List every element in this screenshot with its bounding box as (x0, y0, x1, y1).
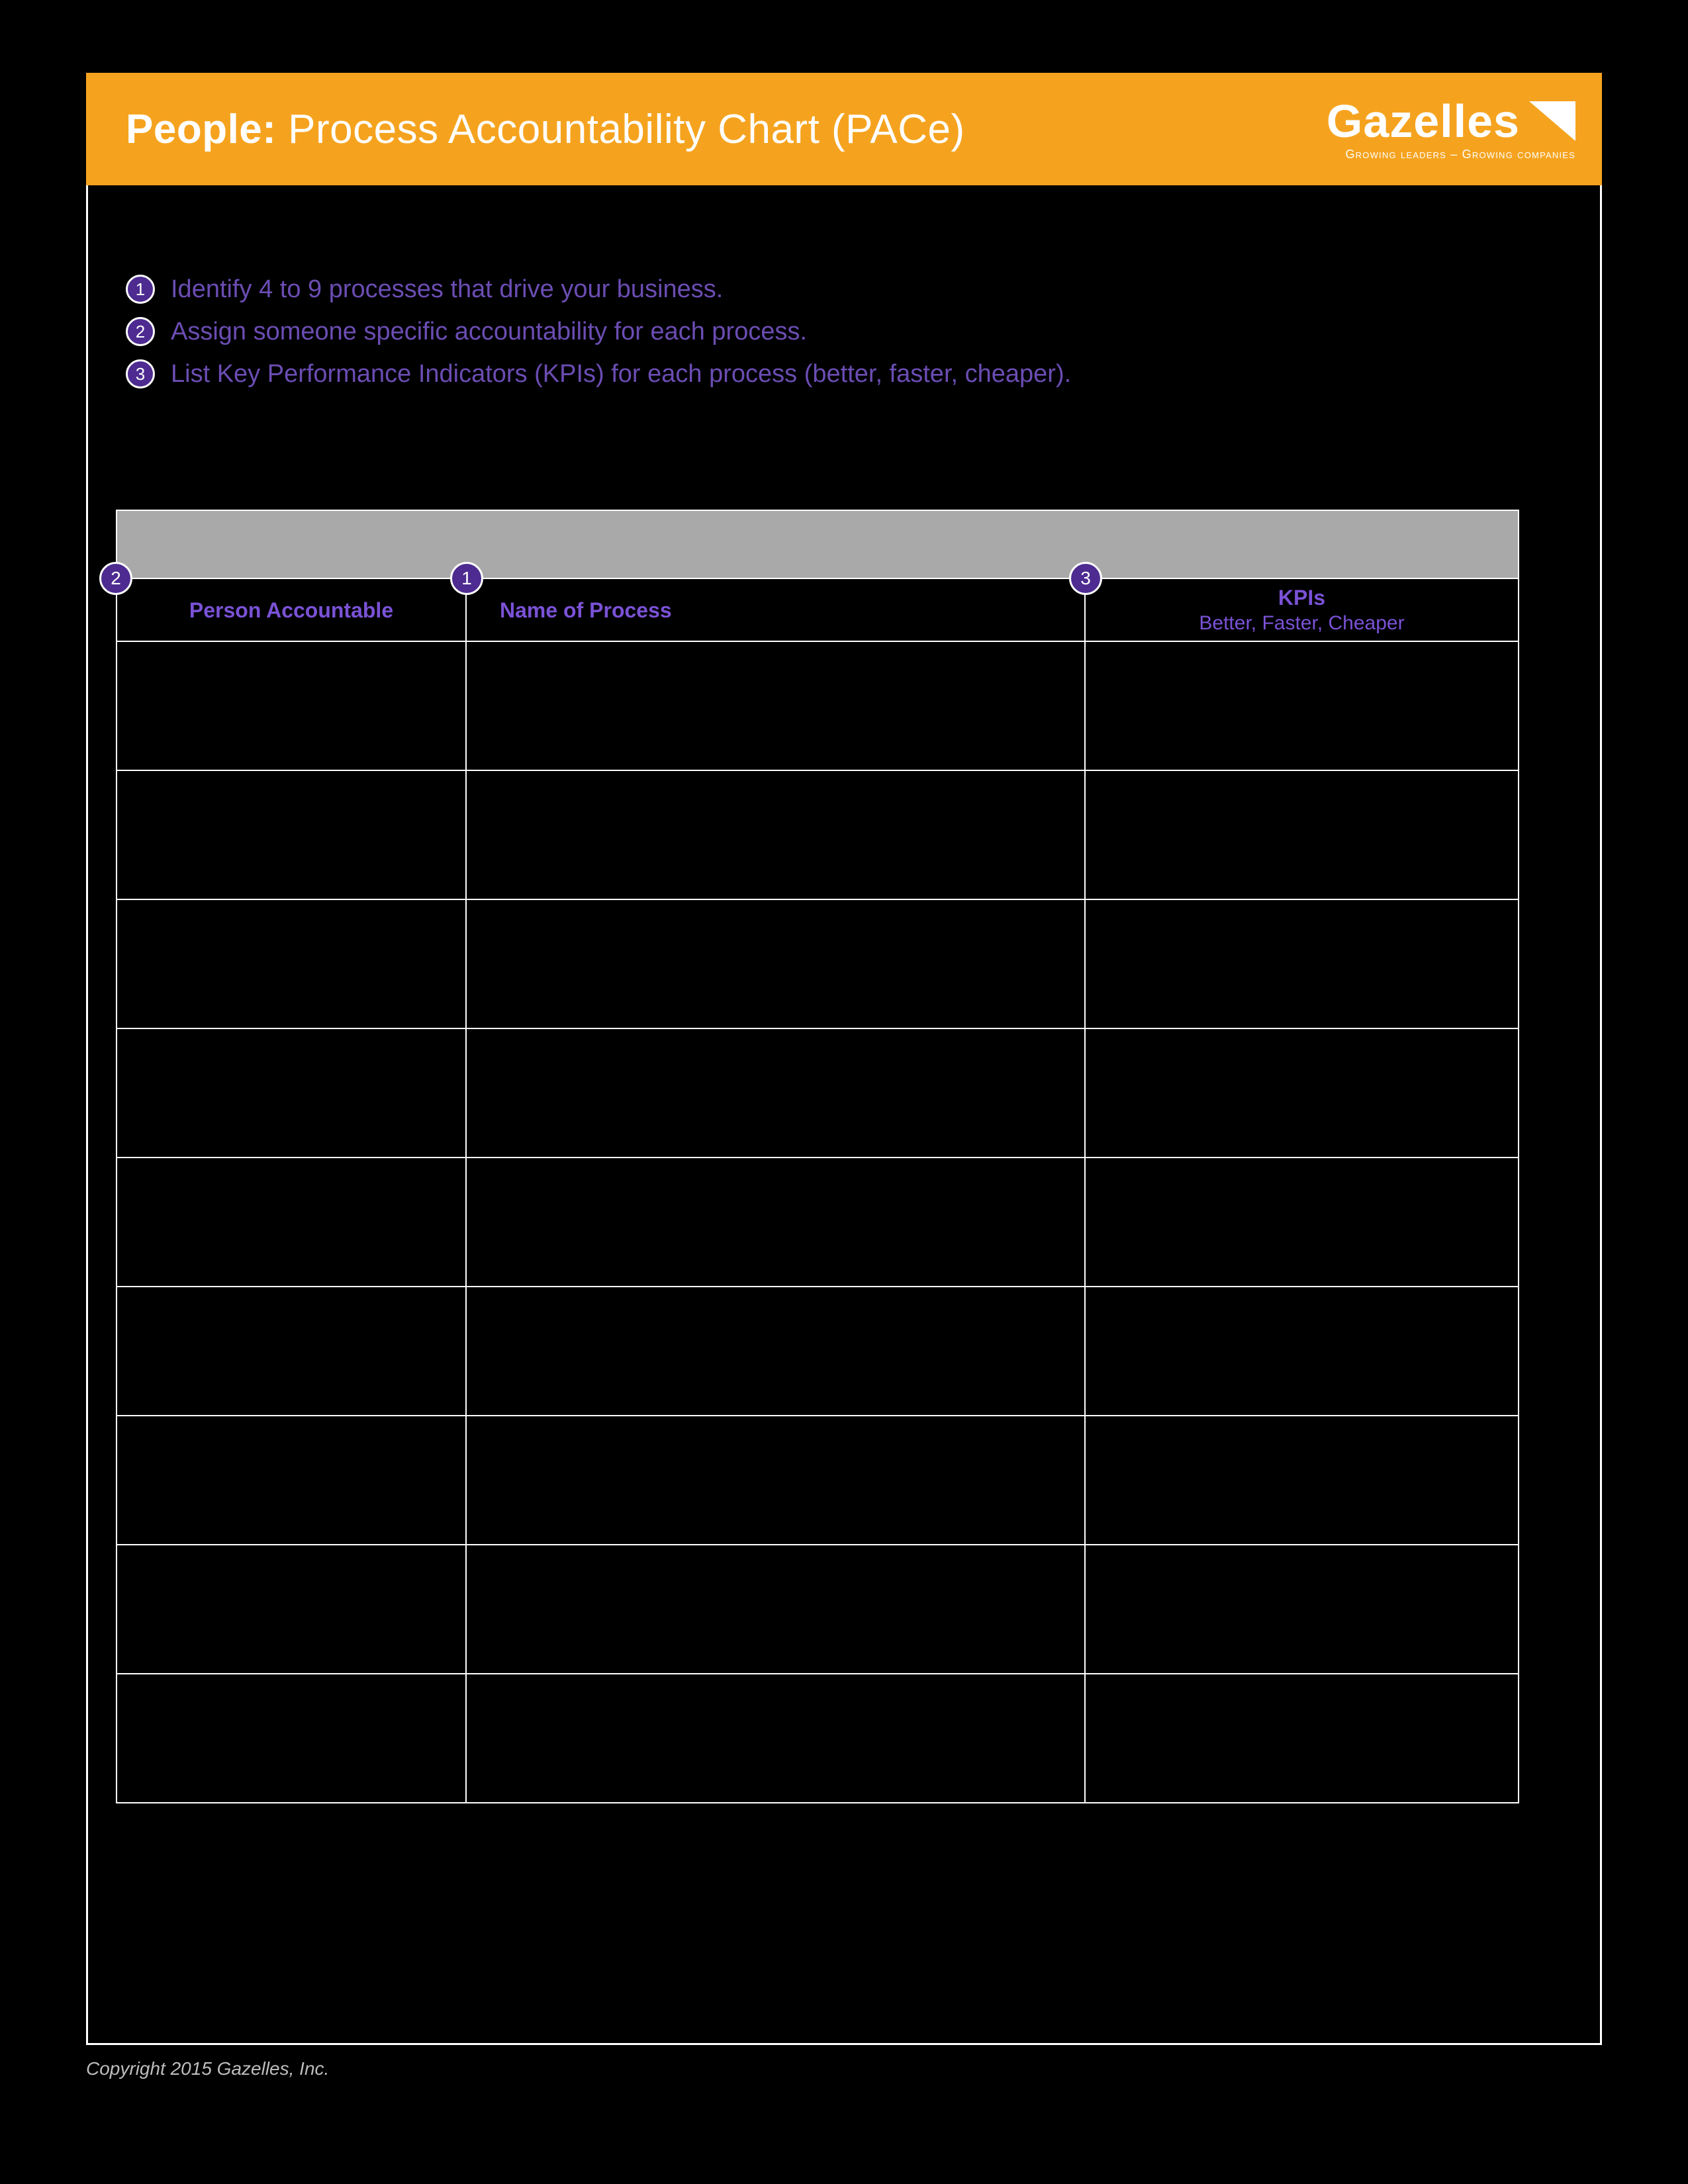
table-cell[interactable] (1086, 900, 1519, 1029)
col-badge-3: 3 (1069, 562, 1102, 595)
table-cell[interactable] (1086, 1029, 1519, 1158)
table-cell[interactable] (116, 1674, 467, 1803)
title-rest: Process Accountability Chart (PACe) (276, 107, 964, 152)
table-cell[interactable] (116, 1545, 467, 1674)
table-row (116, 1029, 1519, 1158)
table-top-bar (116, 510, 1519, 579)
logo-tagline: Growing leaders – Growing companies (1345, 148, 1575, 160)
table-row (116, 771, 1519, 900)
step-bullet-3: 3 (126, 359, 155, 388)
logo-mark-icon (1529, 101, 1575, 141)
table-head: 2 1 3 Person Accountable Name of Process… (116, 579, 1519, 642)
table-cell[interactable] (467, 1545, 1086, 1674)
th-person-accountable: Person Accountable (116, 579, 467, 642)
table-cell[interactable] (116, 642, 467, 771)
col-badge-2: 1 (450, 562, 483, 595)
table-cell[interactable] (467, 900, 1086, 1029)
table-cell[interactable] (1086, 771, 1519, 900)
page-title: People: Process Accountability Chart (PA… (126, 106, 965, 153)
instruction-row: 1 Identify 4 to 9 processes that drive y… (126, 275, 1516, 304)
table-cell[interactable] (467, 1029, 1086, 1158)
logo-text: Gazelles (1327, 98, 1520, 144)
instruction-row: 2 Assign someone specific accountability… (126, 317, 1516, 346)
table-body (116, 642, 1519, 1803)
table-cell[interactable] (116, 1029, 467, 1158)
table-cell[interactable] (1086, 1674, 1519, 1803)
table-row (116, 900, 1519, 1029)
step-bullet-2: 2 (126, 317, 155, 346)
instruction-row: 3 List Key Performance Indicators (KPIs)… (126, 359, 1516, 388)
table-row (116, 1416, 1519, 1545)
table-row (116, 1287, 1519, 1416)
logo-top: Gazelles (1327, 98, 1575, 144)
table-cell[interactable] (467, 1287, 1086, 1416)
table-cell[interactable] (467, 642, 1086, 771)
th-kpis-sub: Better, Faster, Cheaper (1199, 611, 1404, 636)
table-row (116, 1158, 1519, 1287)
table-cell[interactable] (467, 1158, 1086, 1287)
table-cell[interactable] (1086, 642, 1519, 771)
table-row (116, 642, 1519, 771)
instruction-text: Assign someone specific accountability f… (171, 318, 807, 346)
header-bar: People: Process Accountability Chart (PA… (86, 73, 1602, 185)
instructions: 1 Identify 4 to 9 processes that drive y… (126, 275, 1516, 402)
col-badge-1: 2 (99, 562, 132, 595)
copyright: Copyright 2015 Gazelles, Inc. (86, 2058, 329, 2079)
th-kpis: KPIs Better, Faster, Cheaper (1086, 579, 1519, 642)
step-bullet-1: 1 (126, 275, 155, 304)
table-cell[interactable] (116, 771, 467, 900)
instruction-text: List Key Performance Indicators (KPIs) f… (171, 360, 1071, 388)
table-cell[interactable] (467, 1416, 1086, 1545)
title-bold: People: (126, 107, 276, 152)
table-row (116, 1674, 1519, 1803)
table-cell[interactable] (1086, 1416, 1519, 1545)
th-name-of-process: Name of Process (467, 579, 1086, 642)
table-cell[interactable] (116, 1158, 467, 1287)
table-cell[interactable] (1086, 1545, 1519, 1674)
table-cell[interactable] (116, 1416, 467, 1545)
logo: Gazelles Growing leaders – Growing compa… (1327, 98, 1575, 160)
table-cell[interactable] (116, 1287, 467, 1416)
table-cell[interactable] (467, 1674, 1086, 1803)
table-cell[interactable] (116, 900, 467, 1029)
table-row (116, 1545, 1519, 1674)
table-cell[interactable] (1086, 1287, 1519, 1416)
table-cell[interactable] (1086, 1158, 1519, 1287)
table-cell[interactable] (467, 771, 1086, 900)
th-kpis-top: KPIs (1278, 584, 1325, 611)
instruction-text: Identify 4 to 9 processes that drive you… (171, 275, 723, 304)
pace-table: 2 1 3 Person Accountable Name of Process… (116, 510, 1519, 1803)
